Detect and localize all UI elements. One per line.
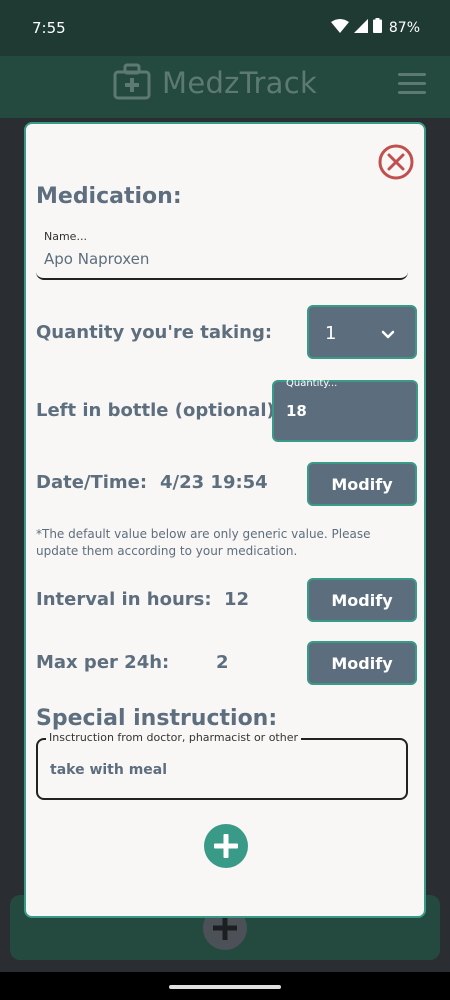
add-medication-button[interactable]	[204, 824, 248, 868]
chevron-down-icon	[381, 325, 395, 344]
wifi-icon	[330, 18, 349, 37]
modify-max-button[interactable]: Modify	[307, 641, 417, 685]
app-header: MedzTrack	[0, 56, 450, 118]
add-medication-dialog: Medication: Name... Apo Naproxen Quantit…	[24, 122, 426, 918]
instruction-field[interactable]: Insctruction from doctor, pharmacist or …	[36, 731, 408, 800]
status-bar: 7:55 87%	[0, 0, 450, 56]
signal-icon	[353, 18, 368, 37]
medkit-icon	[112, 62, 152, 106]
medication-heading: Medication:	[36, 184, 182, 209]
interval-label: Interval in hours:	[36, 589, 212, 610]
interval-value: 12	[224, 589, 250, 610]
special-instruction-heading: Special instruction:	[36, 706, 278, 731]
battery-percent: 87%	[388, 19, 420, 36]
home-gesture-handle[interactable]	[169, 985, 281, 989]
max-per-day-value: 2	[216, 652, 229, 673]
battery-icon	[372, 18, 382, 37]
menu-icon[interactable]	[398, 73, 426, 95]
instruction-field-value: take with meal	[50, 762, 168, 778]
status-time: 7:55	[32, 19, 66, 37]
quantity-label: Quantity you're taking:	[36, 322, 273, 343]
plus-icon	[214, 834, 238, 858]
left-in-bottle-value: 18	[286, 402, 307, 420]
max-per-day-label: Max per 24h:	[36, 652, 170, 673]
datetime-value: 4/23 19:54	[160, 472, 268, 493]
quantity-select-value: 1	[325, 323, 337, 344]
app-title: MedzTrack	[162, 66, 318, 100]
name-field[interactable]: Name... Apo Naproxen	[36, 228, 408, 280]
status-icons: 87%	[330, 18, 420, 37]
instruction-field-label: Insctruction from doctor, pharmacist or …	[46, 731, 302, 744]
datetime-label: Date/Time:	[36, 472, 148, 493]
quantity-select[interactable]: 1	[307, 305, 417, 359]
close-button[interactable]	[378, 144, 414, 180]
close-icon	[378, 144, 414, 180]
left-in-bottle-label: Left in bottle (optional):	[36, 400, 282, 421]
modify-datetime-button[interactable]: Modify	[307, 462, 417, 506]
left-in-bottle-field-label: Quantity...	[286, 378, 338, 389]
left-in-bottle-field[interactable]: Quantity... 18	[272, 378, 418, 442]
default-values-note: *The default value below are only generi…	[36, 527, 371, 558]
name-field-label: Name...	[44, 230, 87, 243]
modify-interval-button[interactable]: Modify	[307, 578, 417, 622]
name-field-value: Apo Naproxen	[44, 250, 150, 268]
